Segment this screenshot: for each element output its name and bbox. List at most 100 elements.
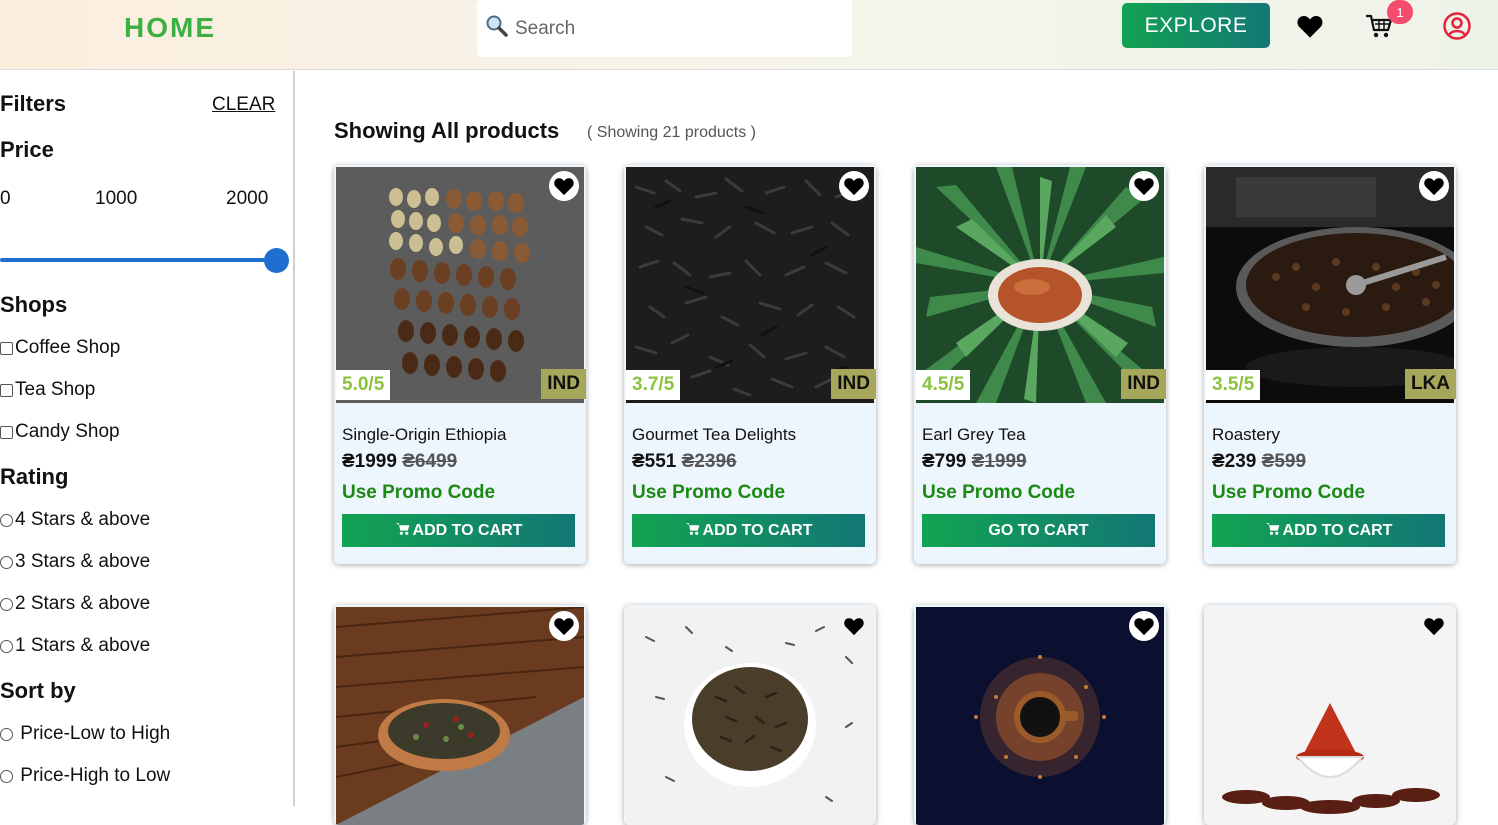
product-country-badge: LKA [1404, 369, 1456, 399]
promo-code-text: Use Promo Code [922, 482, 1076, 503]
product-card[interactable]: 5.0/5 IND Single-Origin Ethiopia ₴1999 ₴… [334, 165, 586, 564]
product-price: ₴551 ₴2396 [632, 451, 737, 473]
favorite-heart-icon[interactable] [549, 171, 579, 201]
favorite-heart-icon[interactable] [1129, 171, 1159, 201]
product-card[interactable] [1204, 605, 1456, 825]
favorite-heart-icon[interactable] [1419, 171, 1449, 201]
rating-heading: Rating [0, 464, 69, 489]
favorite-heart-icon[interactable] [839, 171, 869, 201]
sort-option-high-low[interactable]: Price-High to Low [0, 765, 170, 787]
shop-option-coffee[interactable]: Coffee Shop [0, 337, 120, 359]
promo-code-text: Use Promo Code [342, 482, 496, 503]
product-image-loose-tea-bowl[interactable] [626, 607, 874, 825]
radio-button[interactable] [0, 769, 13, 783]
original-price: ₴2396 [681, 451, 737, 472]
price-slider-track[interactable] [0, 258, 276, 262]
price-max-label: 2000 [226, 188, 269, 209]
sort-option-low-high[interactable]: Price-Low to High [0, 723, 170, 745]
original-price: ₴599 [1261, 451, 1307, 472]
product-card[interactable]: 3.5/5 LKA Roastery ₴239 ₴599 Use Promo C… [1204, 165, 1456, 564]
product-country-badge: IND [831, 369, 876, 399]
product-card[interactable]: 4.5/5 IND Earl Grey Tea ₴799 ₴1999 Use P… [914, 165, 1166, 564]
promo-code-text: Use Promo Code [632, 482, 786, 503]
rating-option-4[interactable]: 4 Stars & above [0, 509, 150, 531]
current-price: ₴799 [922, 451, 967, 472]
radio-button[interactable] [0, 727, 13, 741]
product-card[interactable] [334, 605, 586, 825]
sort-heading: Sort by [0, 678, 76, 703]
shop-option-tea[interactable]: Tea Shop [0, 379, 95, 401]
radio-button[interactable] [0, 639, 13, 653]
go-to-cart-button[interactable]: GO TO CART [922, 514, 1155, 547]
cart-icon [685, 521, 701, 541]
product-name[interactable]: Single-Origin Ethiopia [342, 425, 506, 445]
clear-filters-link[interactable]: CLEAR [212, 94, 275, 116]
original-price: ₴6499 [402, 451, 458, 472]
checkbox[interactable] [0, 425, 13, 439]
promo-code-text: Use Promo Code [1212, 482, 1366, 503]
product-price: ₴1999 ₴6499 [342, 451, 457, 473]
favorite-heart-icon[interactable] [1419, 611, 1449, 641]
favorite-heart-icon[interactable] [1129, 611, 1159, 641]
current-price: ₴551 [632, 451, 677, 472]
product-name[interactable]: Roastery [1212, 425, 1280, 445]
checkbox[interactable] [0, 341, 13, 355]
price-slider-thumb[interactable] [264, 248, 289, 273]
product-image-chili-powder[interactable] [1206, 607, 1454, 825]
product-name[interactable]: Earl Grey Tea [922, 425, 1026, 445]
price-min-label: 0 [0, 188, 11, 209]
product-card[interactable] [914, 605, 1166, 825]
radio-button[interactable] [0, 513, 13, 527]
page-title: Showing All products [334, 118, 560, 143]
rating-option-2[interactable]: 2 Stars & above [0, 593, 150, 615]
product-image-coffee-beans[interactable] [336, 167, 584, 403]
product-card[interactable]: 3.7/5 IND Gourmet Tea Delights ₴551 ₴239… [624, 165, 876, 564]
product-price: ₴239 ₴599 [1212, 451, 1306, 473]
search-box[interactable] [477, 0, 852, 57]
wishlist-heart-icon[interactable] [1294, 10, 1326, 42]
user-account-icon[interactable] [1441, 10, 1473, 42]
product-count: ( Showing 21 products ) [587, 124, 756, 141]
home-link[interactable]: HOME [124, 12, 216, 44]
product-rating: 3.5/5 [1206, 370, 1261, 400]
product-image-earl-grey[interactable] [916, 167, 1164, 403]
cart-count-badge: 1 [1387, 0, 1413, 24]
product-image-black-tea[interactable] [626, 167, 874, 403]
product-image-espresso-cup[interactable] [916, 607, 1164, 825]
filters-heading: Filters [0, 91, 67, 116]
product-name[interactable]: Gourmet Tea Delights [632, 425, 796, 445]
checkbox[interactable] [0, 383, 13, 397]
product-rating: 4.5/5 [916, 370, 971, 400]
shop-option-candy[interactable]: Candy Shop [0, 421, 120, 443]
product-image-herbal-tea-bowl[interactable] [336, 607, 584, 825]
cart-icon [395, 521, 411, 541]
radio-button[interactable] [0, 597, 13, 611]
filters-sidebar: Filters CLEAR Price 0 1000 2000 Shops Co… [0, 71, 295, 806]
product-rating: 5.0/5 [336, 370, 391, 400]
add-to-cart-button[interactable]: ADD TO CART [632, 514, 865, 547]
current-price: ₴239 [1212, 451, 1257, 472]
shops-heading: Shops [0, 292, 68, 317]
radio-button[interactable] [0, 555, 13, 569]
price-heading: Price [0, 137, 54, 162]
product-country-badge: IND [541, 369, 586, 399]
explore-button[interactable]: EXPLORE [1122, 3, 1270, 48]
favorite-heart-icon[interactable] [549, 611, 579, 641]
product-card[interactable] [624, 605, 876, 825]
price-mid-label: 1000 [95, 188, 138, 209]
rating-option-1[interactable]: 1 Stars & above [0, 635, 150, 657]
rating-option-3[interactable]: 3 Stars & above [0, 551, 150, 573]
current-price: ₴1999 [342, 451, 397, 472]
top-navbar: HOME EXPLORE 1 [0, 0, 1498, 70]
product-rating: 3.7/5 [626, 370, 681, 400]
search-icon [485, 14, 509, 43]
search-input[interactable] [515, 17, 835, 40]
cart-icon [1265, 521, 1281, 541]
product-country-badge: IND [1121, 369, 1166, 399]
add-to-cart-button[interactable]: ADD TO CART [342, 514, 575, 547]
product-price: ₴799 ₴1999 [922, 451, 1027, 473]
add-to-cart-button[interactable]: ADD TO CART [1212, 514, 1445, 547]
original-price: ₴1999 [971, 451, 1027, 472]
product-image-roastery[interactable] [1206, 167, 1454, 403]
favorite-heart-icon[interactable] [839, 611, 869, 641]
